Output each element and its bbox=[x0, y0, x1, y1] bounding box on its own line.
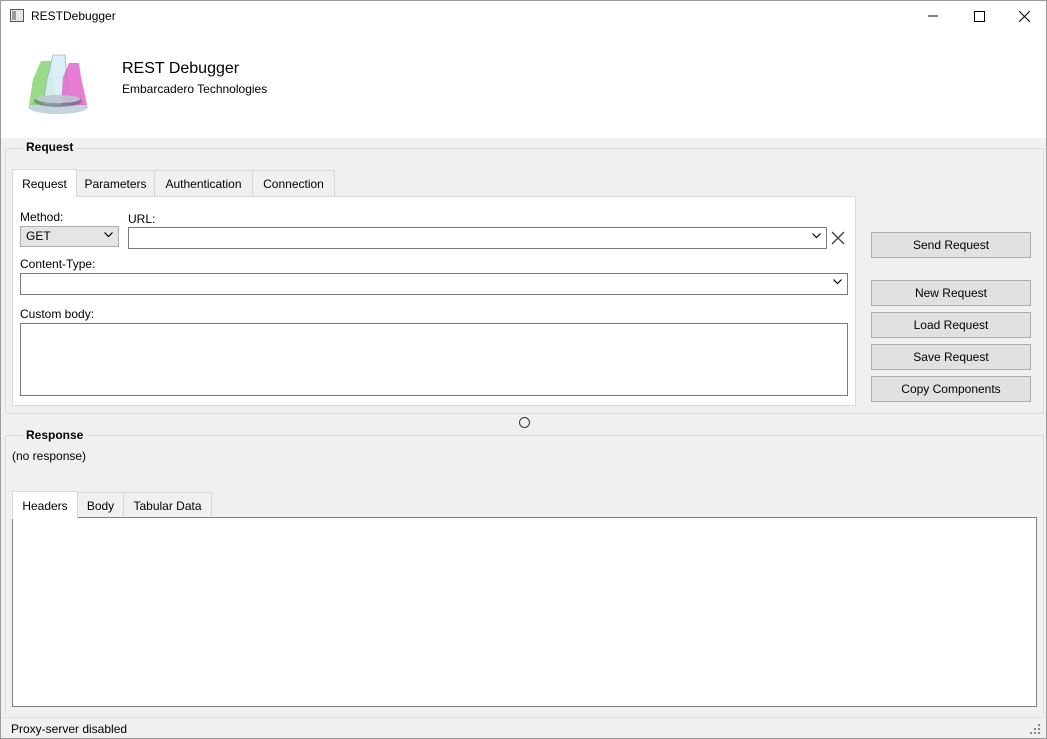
content-type-label: Content-Type: bbox=[20, 257, 96, 271]
method-label: Method: bbox=[20, 210, 64, 224]
flask-logo bbox=[28, 54, 88, 114]
minimize-button[interactable] bbox=[910, 1, 956, 31]
load-request-button[interactable]: Load Request bbox=[871, 312, 1031, 338]
response-headers-panel bbox=[12, 517, 1037, 707]
app-window-icon bbox=[10, 9, 24, 22]
copy-components-button[interactable]: Copy Components bbox=[871, 376, 1031, 402]
header-subtitle: Embarcadero Technologies bbox=[122, 82, 268, 96]
status-bar: Proxy-server disabled bbox=[1, 717, 1046, 738]
minimize-icon bbox=[928, 15, 938, 17]
header-title: REST Debugger bbox=[122, 60, 240, 77]
app-header: REST Debugger Embarcadero Technologies bbox=[1, 31, 1046, 138]
proxy-status: Proxy-server disabled bbox=[11, 722, 128, 736]
chevron-down-icon bbox=[833, 279, 842, 285]
maximize-button[interactable] bbox=[956, 1, 1002, 31]
response-group-label: Response bbox=[23, 428, 87, 442]
clear-url-icon[interactable] bbox=[830, 230, 846, 246]
tab-connection[interactable]: Connection bbox=[252, 170, 335, 197]
close-button[interactable] bbox=[1001, 1, 1047, 31]
resize-grip-icon[interactable] bbox=[1030, 724, 1040, 734]
method-value: GET bbox=[26, 229, 51, 243]
window-title: RESTDebugger bbox=[31, 9, 116, 23]
close-icon bbox=[1018, 10, 1030, 22]
custom-body-textarea[interactable] bbox=[20, 323, 848, 396]
tab-parameters[interactable]: Parameters bbox=[76, 170, 155, 197]
splitter-handle[interactable] bbox=[519, 417, 530, 428]
tab-headers[interactable]: Headers bbox=[12, 491, 78, 519]
tab-authentication[interactable]: Authentication bbox=[154, 170, 253, 197]
chevron-down-icon bbox=[104, 232, 113, 238]
response-status: (no response) bbox=[12, 449, 87, 463]
tab-body[interactable]: Body bbox=[77, 492, 124, 519]
chevron-down-icon bbox=[812, 233, 821, 239]
send-request-button[interactable]: Send Request bbox=[871, 232, 1031, 258]
tab-request[interactable]: Request bbox=[12, 169, 77, 197]
url-input[interactable] bbox=[128, 227, 827, 249]
maximize-icon bbox=[973, 10, 985, 22]
url-label: URL: bbox=[128, 212, 156, 226]
save-request-button[interactable]: Save Request bbox=[871, 344, 1031, 370]
app-window: RESTDebugger REST Debugger Embarcadero T… bbox=[0, 0, 1047, 739]
tab-tabular-data[interactable]: Tabular Data bbox=[123, 492, 212, 519]
content-type-select[interactable] bbox=[20, 273, 848, 295]
method-select[interactable]: GET bbox=[20, 226, 119, 247]
title-bar[interactable]: RESTDebugger bbox=[1, 1, 1046, 31]
custom-body-label: Custom body: bbox=[20, 307, 95, 321]
request-group-label: Request bbox=[23, 140, 77, 154]
new-request-button[interactable]: New Request bbox=[871, 280, 1031, 306]
